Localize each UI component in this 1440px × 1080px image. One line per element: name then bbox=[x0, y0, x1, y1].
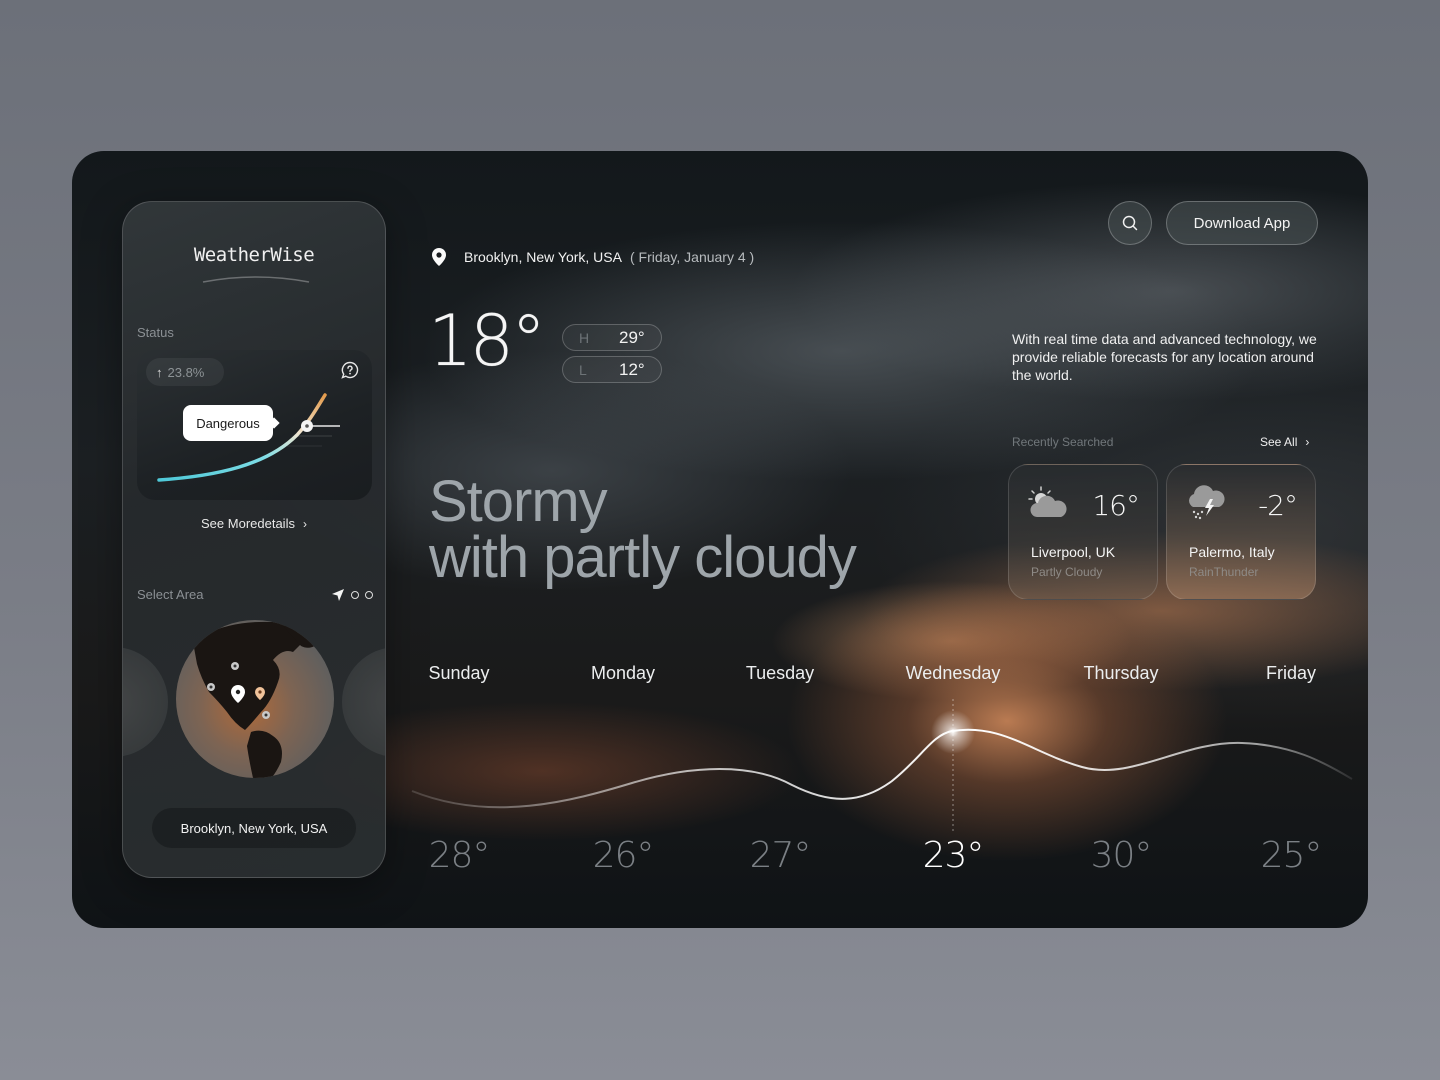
recent-city-temperature: 16° bbox=[1092, 489, 1140, 522]
forecast-wave-line bbox=[411, 728, 1353, 809]
weather-dashboard: WeatherWise Status ↑ 23.8% Dangerous See… bbox=[72, 151, 1368, 928]
high-value: 29° bbox=[619, 327, 645, 347]
current-location: Brooklyn, New York, USA ( Friday, Januar… bbox=[430, 247, 754, 267]
status-level-tooltip: Dangerous bbox=[183, 405, 273, 441]
see-more-details-link[interactable]: See Moredetails › bbox=[123, 516, 385, 531]
see-all-label: See All bbox=[1260, 435, 1298, 449]
status-label: Status bbox=[137, 325, 174, 340]
location-name: Brooklyn, New York, USA bbox=[464, 249, 622, 265]
rain-thunder-icon bbox=[1189, 485, 1225, 520]
forecast-day-temperature: 30° bbox=[1090, 835, 1153, 876]
sidebar: WeatherWise Status ↑ 23.8% Dangerous See… bbox=[122, 201, 386, 878]
recent-city-card[interactable]: 16° Liverpool, UK Partly Cloudy bbox=[1008, 464, 1158, 600]
recent-city-name: Palermo, Italy bbox=[1189, 544, 1275, 560]
forecast-day-label[interactable]: Friday bbox=[1266, 663, 1316, 684]
forecast-day-temperature: 28° bbox=[428, 835, 491, 876]
high-temperature-pill: H 29° bbox=[562, 324, 662, 351]
low-value: 12° bbox=[619, 359, 645, 379]
brand-logo: WeatherWise bbox=[193, 244, 315, 266]
recent-city-temperature: -2° bbox=[1258, 489, 1298, 522]
high-label: H bbox=[579, 329, 590, 346]
current-date: ( Friday, January 4 ) bbox=[629, 249, 755, 265]
recent-city-name: Liverpool, UK bbox=[1031, 544, 1116, 560]
globe-map[interactable] bbox=[123, 612, 386, 782]
weather-headline: Stormy with partly cloudy bbox=[429, 469, 857, 590]
carousel-dot[interactable] bbox=[365, 591, 373, 599]
headline-line-2: with partly cloudy bbox=[429, 525, 857, 590]
recently-searched-label: Recently Searched bbox=[1012, 435, 1114, 449]
see-all-link[interactable]: See All › bbox=[1260, 435, 1309, 449]
current-temperature: 18° bbox=[428, 300, 547, 382]
recent-city-condition: Partly Cloudy bbox=[1031, 565, 1103, 579]
download-app-button[interactable]: Download App bbox=[1166, 201, 1318, 245]
forecast-day-label[interactable]: Tuesday bbox=[746, 663, 814, 684]
select-area-label: Select Area bbox=[137, 587, 204, 602]
headline-line-1: Stormy bbox=[429, 469, 608, 534]
tagline-text: With real time data and advanced technol… bbox=[1012, 331, 1317, 383]
navigation-arrow-icon[interactable] bbox=[331, 588, 345, 602]
help-bubble-icon[interactable] bbox=[340, 360, 360, 380]
forecast-day-label[interactable]: Wednesday bbox=[906, 663, 1001, 684]
chevron-right-icon: › bbox=[1305, 435, 1310, 449]
globe-prev bbox=[123, 647, 168, 757]
arrow-up-icon: ↑ bbox=[156, 364, 163, 380]
globe-next bbox=[342, 648, 385, 756]
area-controls bbox=[331, 588, 373, 602]
forecast-day-label[interactable]: Monday bbox=[591, 663, 655, 684]
active-day-glow-marker bbox=[931, 710, 975, 754]
search-icon bbox=[1122, 215, 1138, 231]
chevron-right-icon: › bbox=[302, 517, 307, 531]
see-more-label: See Moredetails bbox=[201, 516, 295, 531]
partly-cloudy-icon bbox=[1028, 486, 1067, 517]
status-change-badge: ↑ 23.8% bbox=[146, 358, 224, 386]
status-card: ↑ 23.8% Dangerous bbox=[137, 350, 372, 500]
forecast-day-label[interactable]: Thursday bbox=[1083, 663, 1158, 684]
logo-underline-arc bbox=[202, 276, 310, 283]
recent-city-condition: RainThunder bbox=[1189, 565, 1259, 579]
search-button[interactable] bbox=[1108, 201, 1152, 245]
forecast-day-temperature: 25° bbox=[1260, 835, 1323, 876]
forecast-day-temperature: 26° bbox=[592, 835, 655, 876]
low-label: L bbox=[579, 361, 587, 378]
forecast-day-label[interactable]: Sunday bbox=[428, 663, 489, 684]
carousel-dot[interactable] bbox=[351, 591, 359, 599]
location-pin-icon bbox=[432, 248, 446, 266]
status-change-value: 23.8% bbox=[167, 364, 205, 380]
forecast-day-temperature: 23° bbox=[922, 835, 985, 876]
low-temperature-pill: L 12° bbox=[562, 356, 662, 383]
selected-location-button[interactable]: Brooklyn, New York, USA bbox=[151, 807, 357, 849]
forecast-day-temperature: 27° bbox=[749, 835, 812, 876]
recent-city-card[interactable]: -2° Palermo, Italy RainThunder bbox=[1166, 464, 1316, 600]
